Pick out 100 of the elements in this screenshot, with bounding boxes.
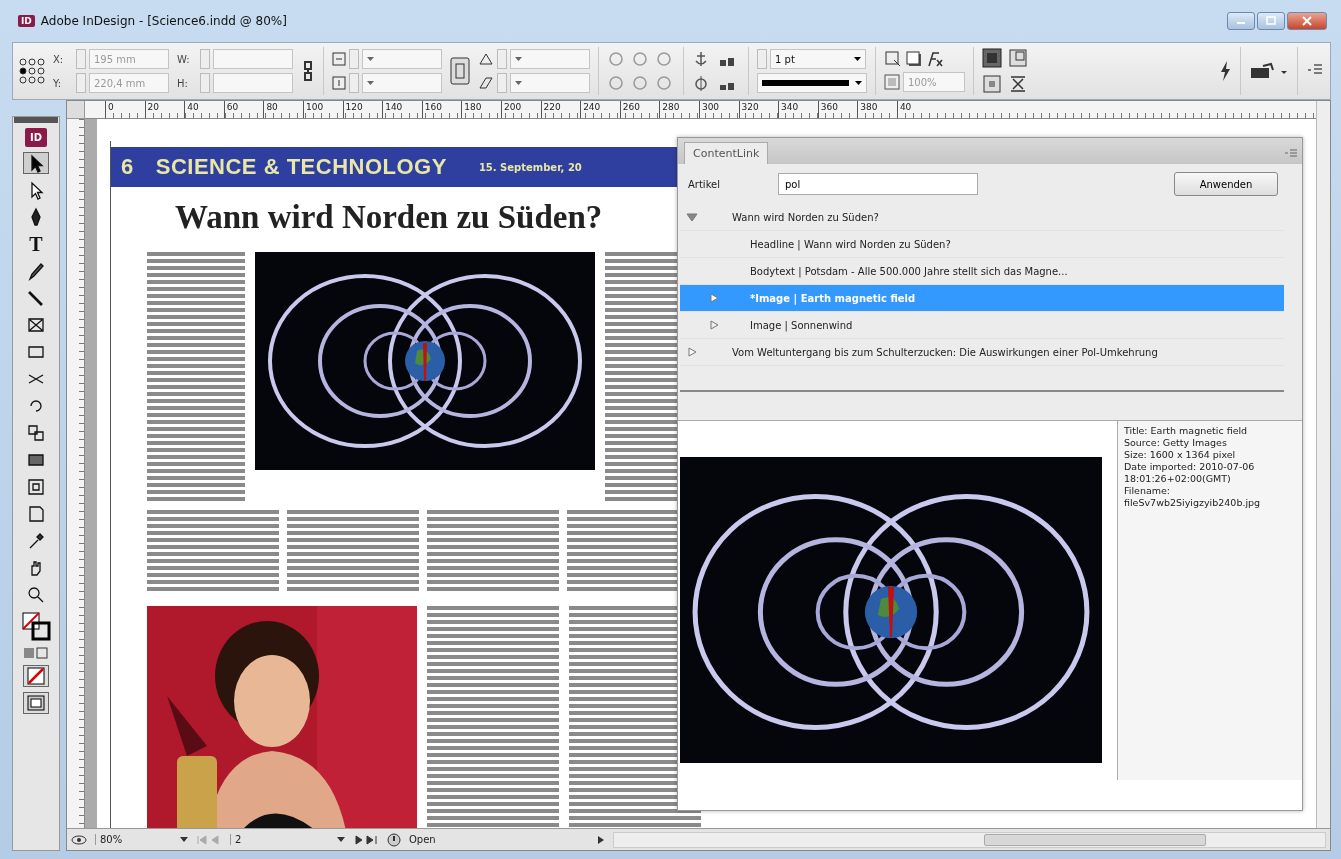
collapsed-icon[interactable]: [708, 320, 720, 330]
chain-icon[interactable]: [301, 60, 315, 82]
screen-mode-button[interactable]: [23, 692, 49, 714]
collapsed-icon[interactable]: [686, 347, 698, 357]
ruler-number: 200: [500, 101, 541, 118]
ruler-number: 280: [659, 101, 699, 118]
panel-tab[interactable]: ContentLink: [684, 142, 769, 164]
opacity-icon[interactable]: [884, 74, 900, 90]
tree-item[interactable]: Headline | Wann wird Norden zu Süden?: [680, 231, 1284, 258]
lightning-icon[interactable]: [1218, 60, 1232, 82]
caret-icon: [854, 57, 861, 61]
ruler-number: 240: [580, 101, 620, 118]
apply-button[interactable]: Anwenden: [1174, 172, 1278, 196]
shear-angle-icon[interactable]: [478, 76, 494, 90]
ruler-corner[interactable]: [67, 101, 85, 119]
effects-icon[interactable]: [926, 50, 944, 68]
tree-item[interactable]: Wann wird Norden zu Süden?: [680, 204, 1284, 231]
close-button[interactable]: [1287, 12, 1327, 30]
metadata-line: Title: Earth magnetic field: [1124, 425, 1249, 437]
tree-item[interactable]: Image | Sonnenwind: [680, 312, 1284, 339]
maximize-icon: [1265, 16, 1277, 26]
zoom-icon: [26, 585, 46, 605]
ruler-number: 140: [382, 101, 422, 118]
page-dropdown[interactable]: 2: [230, 834, 345, 845]
metadata-line: Date imported: 2010-07-06: [1124, 461, 1256, 473]
ruler-number: 60: [223, 101, 264, 118]
minimize-button[interactable]: [1227, 12, 1255, 30]
frame-fit-icon[interactable]: [884, 50, 902, 68]
fit-content-icon[interactable]: [1008, 48, 1028, 68]
next-page-icon[interactable]: [353, 834, 379, 845]
scale-icon: [26, 423, 46, 443]
scale-y-icon[interactable]: [332, 76, 346, 90]
caret-icon: [180, 837, 188, 842]
zoom-dropdown[interactable]: 80%: [95, 834, 188, 845]
close-icon: [1301, 16, 1313, 26]
note-icon: [26, 504, 46, 524]
target-icon[interactable]: [692, 74, 710, 92]
ruler-number: 40: [184, 101, 224, 118]
caret-icon: [367, 81, 374, 85]
height-label: H:: [177, 77, 189, 89]
none-icon: [26, 666, 46, 686]
rotate-angle-icon[interactable]: [478, 52, 494, 66]
caret-icon: [515, 57, 522, 61]
anchor-icon[interactable]: [692, 50, 710, 68]
preview-icon[interactable]: [71, 833, 87, 846]
ruler-number: 380: [857, 101, 897, 118]
drop-shadow-icon[interactable]: [905, 50, 923, 68]
type-tool[interactable]: T: [23, 233, 49, 255]
ruler-number: 40: [896, 101, 937, 118]
frame-icon: [26, 315, 46, 335]
ruler-number: 120: [342, 101, 383, 118]
ruler-number: 360: [817, 101, 858, 118]
preflight-icon[interactable]: [387, 832, 401, 847]
scale-x-icon[interactable]: [332, 52, 346, 66]
screen-mode-icon: [26, 693, 46, 713]
caret-icon: [337, 837, 345, 842]
formatting-icon[interactable]: [23, 646, 49, 660]
ruler-number: 0: [105, 101, 145, 118]
stroke-type-dropdown[interactable]: [757, 73, 867, 93]
section-title: SCIENCE & TECHNOLOGY: [155, 154, 447, 180]
metadata-line: 18:01:26+02:00(GMT): [1124, 473, 1232, 485]
document-status: Open: [409, 834, 437, 845]
caret-icon: [367, 57, 374, 61]
page-number: 6: [121, 154, 134, 180]
horizontal-scrollbar[interactable]: [613, 831, 1326, 848]
selection-tool-tool[interactable]: [23, 152, 49, 174]
ruler-number: 20: [144, 101, 185, 118]
height-field[interactable]: [213, 73, 293, 93]
metadata-line: Source: Getty Images: [1124, 437, 1228, 449]
width-field[interactable]: [213, 49, 293, 69]
constrain-icon[interactable]: [450, 57, 470, 85]
ruler-number: 340: [778, 101, 818, 118]
fill-stroke-icon[interactable]: [21, 611, 51, 641]
collapsed-icon[interactable]: [708, 293, 720, 303]
ruler-number: 100: [302, 101, 343, 118]
y-label: Y:: [53, 77, 63, 89]
ruler-number: 320: [738, 101, 779, 118]
center-content-icon[interactable]: [982, 74, 1002, 94]
expanded-icon[interactable]: [686, 212, 698, 222]
fill-frame-icon[interactable]: [1008, 74, 1028, 94]
tree-item[interactable]: Vom Weltuntergang bis zum Schulterzucken: Die Auswirkungen einer Pol-Umkehrung: [680, 339, 1284, 366]
ruler-number: 80: [263, 101, 303, 118]
issue-date: 15. September, 20: [478, 161, 582, 173]
vertical-scrollbar[interactable]: [1316, 101, 1330, 828]
reference-point-icon[interactable]: [19, 58, 45, 84]
filter-label: Artikel: [688, 178, 722, 190]
metadata-line: Filename:: [1124, 485, 1172, 497]
pencil-icon: [26, 261, 46, 281]
width-label: W:: [177, 53, 191, 65]
free-transform-icon: [26, 477, 46, 497]
frame-content-icon[interactable]: [982, 48, 1002, 68]
maximize-button[interactable]: [1257, 12, 1285, 30]
ruler-number: 220: [540, 101, 581, 118]
stroke-weight-dropdown[interactable]: 1 pt: [770, 49, 866, 69]
apply-none-button[interactable]: [23, 665, 49, 687]
ruler-number: 180: [461, 101, 501, 118]
status-menu-icon[interactable]: [597, 834, 605, 845]
article-headline: Wann wird Norden zu Süden?: [175, 199, 603, 236]
app-logo: ID: [18, 15, 35, 27]
filter-field[interactable]: pol: [778, 173, 978, 195]
